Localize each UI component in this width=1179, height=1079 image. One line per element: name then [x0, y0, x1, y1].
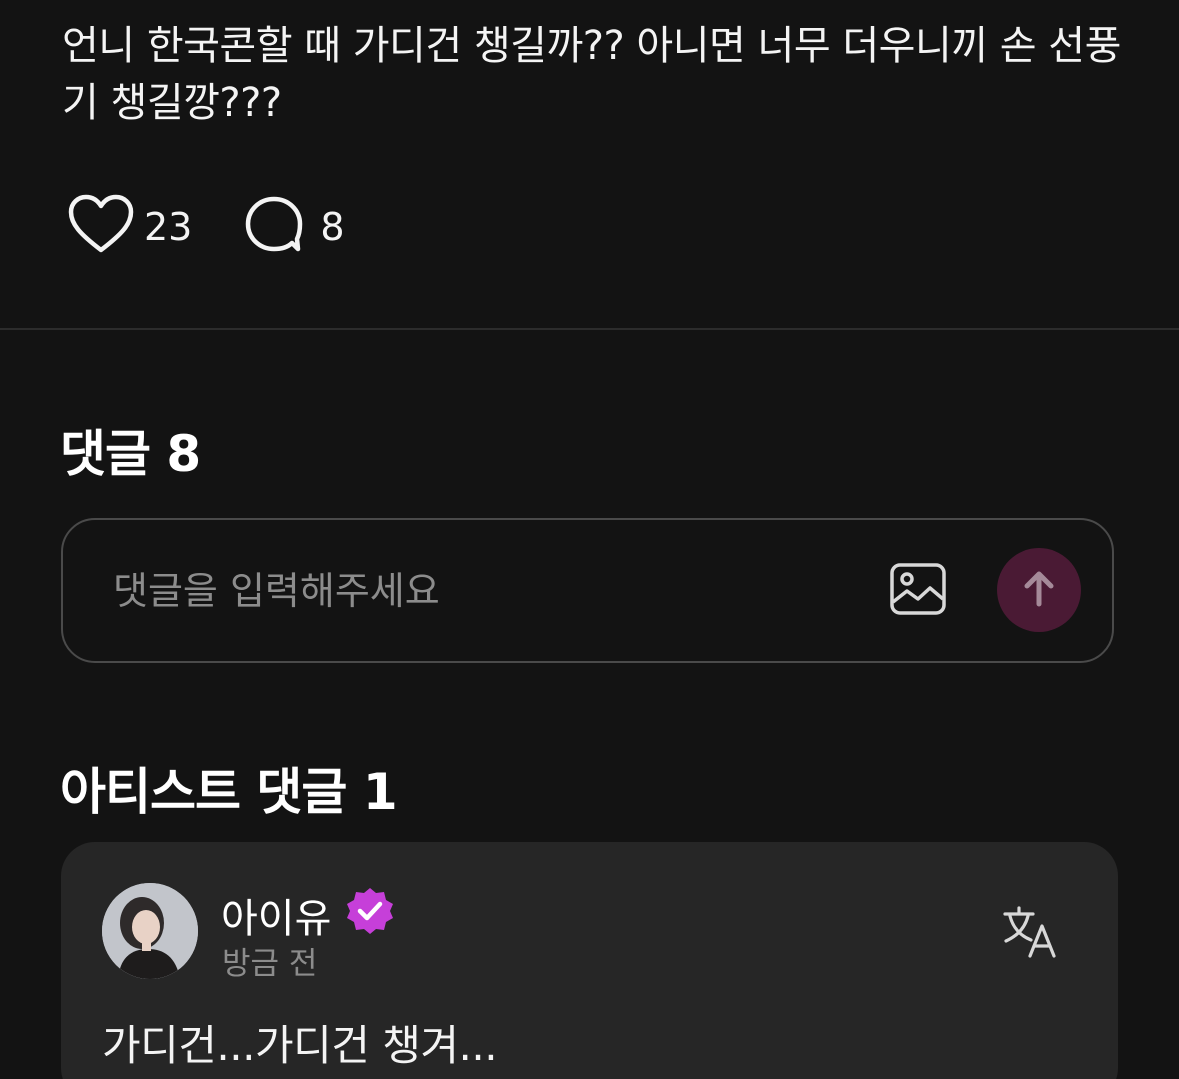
- heart-icon: [68, 194, 134, 260]
- like-button[interactable]: 23: [68, 194, 192, 260]
- comment-timestamp: 방금 전: [222, 946, 318, 982]
- post-body: 언니 한국콘할 때 가디건 챙길까?? 아니면 너무 더우니끼 손 선풍기 챙길…: [62, 23, 1121, 126]
- artist-comments-heading: 아티스트 댓글 1: [60, 763, 398, 821]
- comment-count-button[interactable]: 8: [244, 195, 345, 259]
- speech-bubble-icon: [244, 195, 304, 259]
- translate-icon: [1001, 906, 1059, 964]
- comments-heading: 댓글 8: [60, 425, 201, 483]
- like-count: 23: [144, 205, 193, 249]
- comment-input[interactable]: [113, 556, 833, 626]
- arrow-up-icon: [1019, 568, 1059, 612]
- post-detail-page: 언니 한국콘할 때 가디건 챙길까?? 아니면 너무 더우니끼 손 선풍기 챙길…: [0, 0, 1179, 1079]
- comment-count: 8: [320, 205, 345, 249]
- section-divider: [0, 328, 1179, 330]
- verified-badge-icon: [345, 886, 395, 936]
- avatar[interactable]: [102, 883, 198, 979]
- artist-comment-card: 아이유 방금 전 가디건...가디건 챙겨...: [61, 842, 1118, 1079]
- reaction-bar: 23 8: [68, 194, 345, 260]
- send-button[interactable]: [997, 548, 1081, 632]
- translate-button[interactable]: [1001, 904, 1059, 960]
- attach-image-button[interactable]: [889, 562, 947, 616]
- artist-name[interactable]: 아이유: [221, 886, 331, 944]
- artist-comment-text: 가디건...가디건 챙겨...: [102, 1021, 498, 1070]
- comment-composer: [61, 518, 1114, 663]
- image-icon: [889, 563, 947, 620]
